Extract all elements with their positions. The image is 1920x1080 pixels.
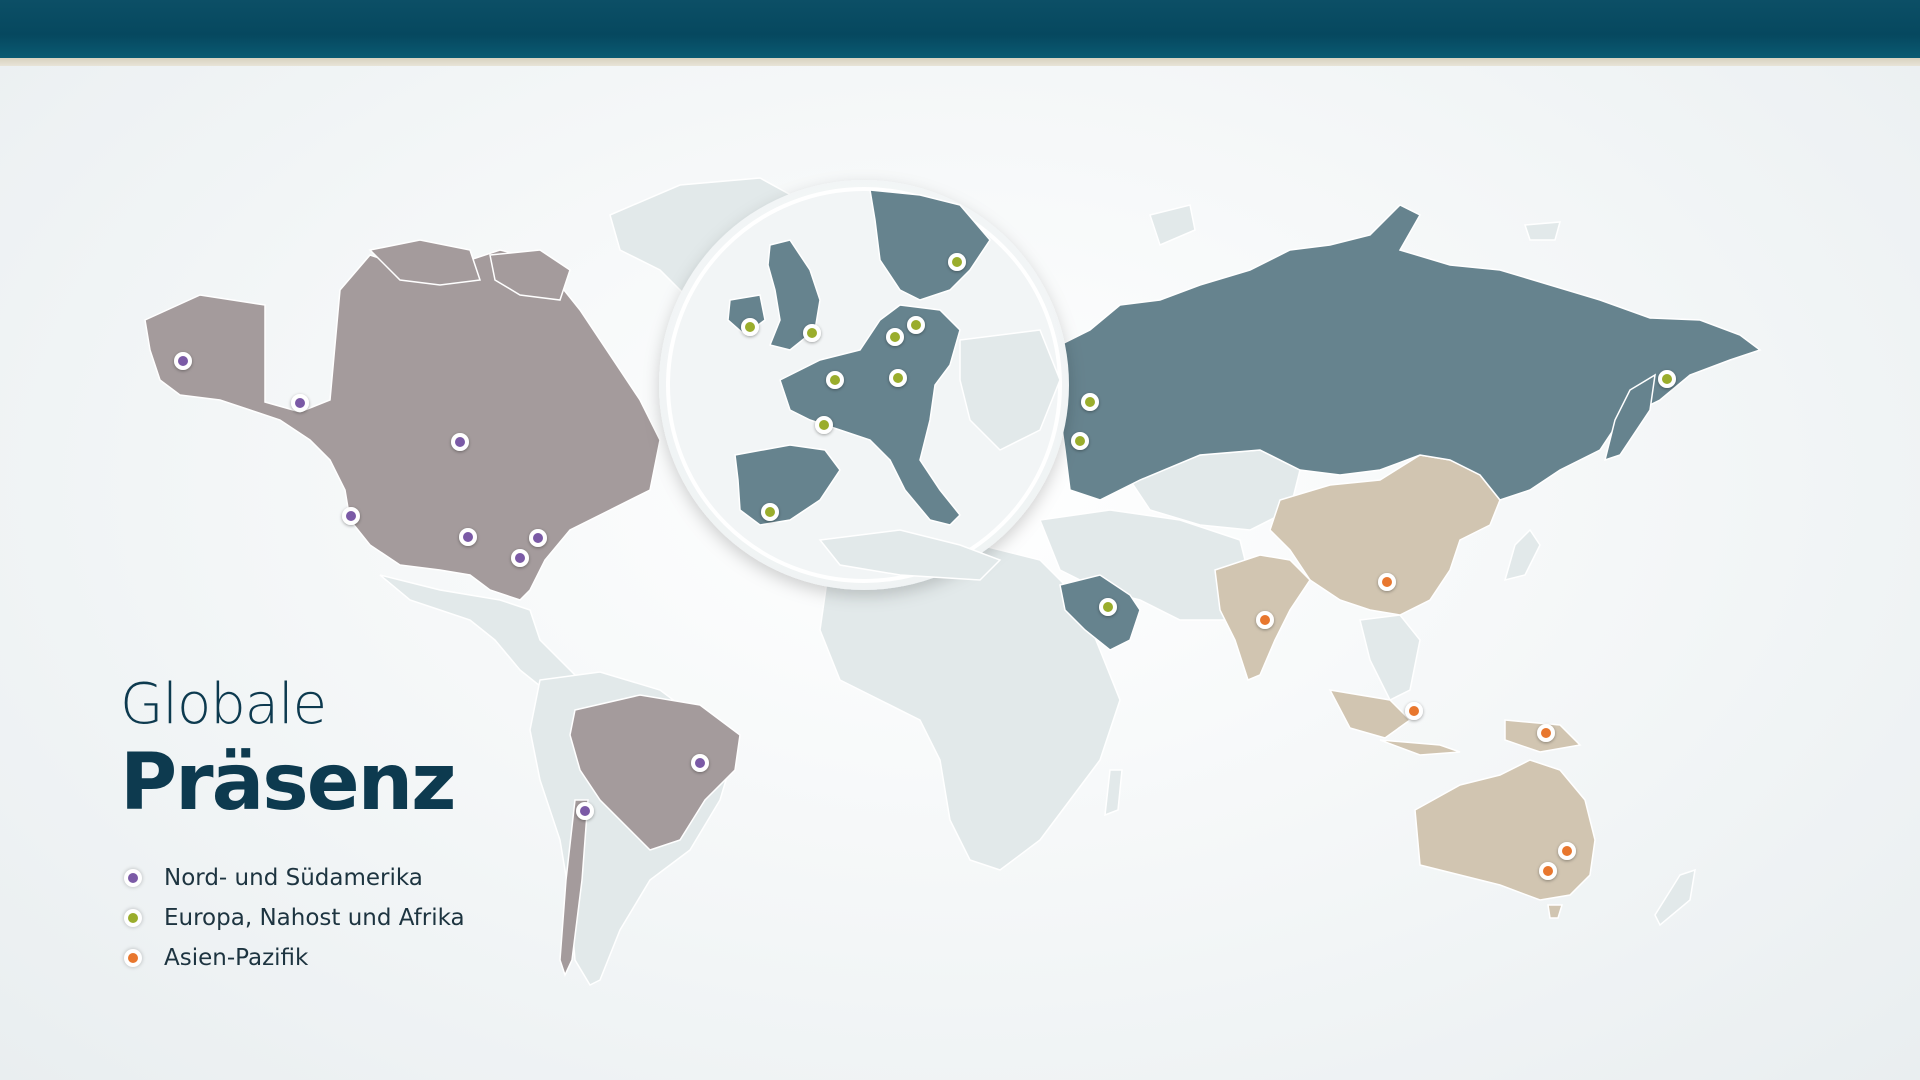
- location-pin-dot: [830, 375, 840, 385]
- location-pin-dot: [1085, 397, 1095, 407]
- europe-zoom-lens: [659, 180, 1069, 590]
- green-dot-icon: [124, 909, 142, 927]
- location-pin-dot: [952, 257, 962, 267]
- legend-item-emea: Europa, Nahost und Afrika: [124, 898, 465, 938]
- madagascar-shape: [1104, 769, 1123, 817]
- top-banner: [0, 0, 1920, 58]
- location-pin-dot: [463, 532, 473, 542]
- location-pin-dot: [819, 420, 829, 430]
- location-pin-dot: [890, 332, 900, 342]
- location-pin-dot: [911, 320, 921, 330]
- legend-label: Nord- und Südamerika: [164, 865, 423, 891]
- legend-label: Asien-Pazifik: [164, 945, 309, 971]
- japan-shape: [1503, 528, 1541, 582]
- top-banner-accent-line: [0, 58, 1920, 66]
- location-pin-dot: [515, 553, 525, 563]
- new-zealand-shape: [1654, 868, 1696, 927]
- location-pin-dot: [745, 322, 755, 332]
- page-title-line1: Globale: [120, 672, 327, 737]
- location-pin-dot: [893, 373, 903, 383]
- indonesia-shape: [1328, 689, 1412, 739]
- map-legend: Nord- und Südamerika Europa, Nahost und …: [124, 858, 465, 978]
- location-pin-dot: [1543, 866, 1553, 876]
- australia-shape: [1414, 759, 1596, 901]
- location-pin-dot: [695, 758, 705, 768]
- location-pin-dot: [765, 507, 775, 517]
- arctic-islands-shape: [1523, 221, 1562, 241]
- location-pin-dot: [1260, 615, 1270, 625]
- purple-dot-icon: [124, 869, 142, 887]
- china-shape: [1269, 454, 1501, 616]
- arctic-islands-shape: [1149, 204, 1196, 247]
- location-pin-dot: [1409, 706, 1419, 716]
- location-pin-dot: [533, 533, 543, 543]
- location-pin-dot: [178, 356, 188, 366]
- location-pin-dot: [1382, 577, 1392, 587]
- location-pin-dot: [1541, 728, 1551, 738]
- orange-dot-icon: [124, 949, 142, 967]
- location-pin-dot: [1103, 602, 1113, 612]
- location-pin-dot: [580, 806, 590, 816]
- legend-item-americas: Nord- und Südamerika: [124, 858, 465, 898]
- indonesia-shape: [1379, 739, 1461, 756]
- location-pin-dot: [1075, 436, 1085, 446]
- legend-label: Europa, Nahost und Afrika: [164, 905, 465, 931]
- location-pin-dot: [346, 511, 356, 521]
- location-pin-dot: [455, 437, 465, 447]
- russia-shape: [1057, 204, 1762, 501]
- title-block: Globale Präsenz: [120, 672, 457, 828]
- page-title-line2: Präsenz: [120, 738, 457, 828]
- north-america-shape: [144, 249, 661, 601]
- location-pin-dot: [295, 398, 305, 408]
- location-pin-dot: [1562, 846, 1572, 856]
- southeast-asia-shape: [1359, 614, 1421, 702]
- location-pin-dot: [1662, 374, 1672, 384]
- tasmania-shape: [1547, 904, 1564, 919]
- location-pin-dot: [807, 328, 817, 338]
- legend-item-apac: Asien-Pazifik: [124, 938, 465, 978]
